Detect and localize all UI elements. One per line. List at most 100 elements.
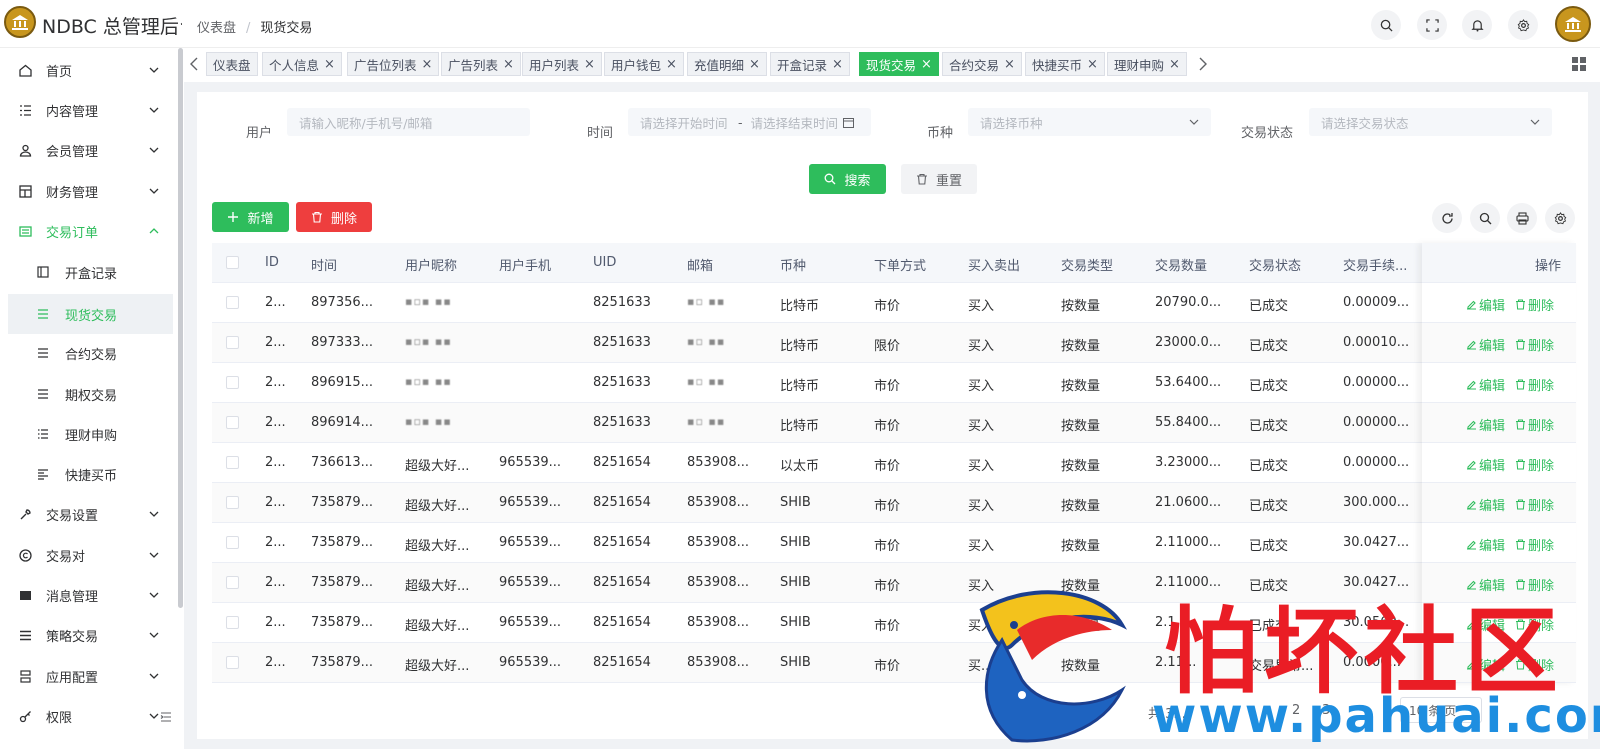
status-select[interactable]: 请选择交易状态 — [1309, 108, 1552, 136]
row-checkbox[interactable] — [226, 656, 239, 669]
column-header[interactable]: 买入卖出 — [968, 255, 1020, 274]
close-icon[interactable]: × — [422, 57, 433, 72]
edit-button[interactable]: 编辑 — [1466, 295, 1505, 314]
table-row[interactable]: 2... 735879... 超级大好... 965539... 8251654 8539… — [212, 523, 1576, 563]
search-button[interactable]: 搜索 — [809, 164, 886, 194]
close-icon[interactable]: × — [749, 57, 760, 72]
row-delete-button[interactable]: 删除 — [1515, 335, 1554, 354]
row-checkbox[interactable] — [226, 496, 239, 509]
edit-button[interactable]: 编辑 — [1466, 455, 1505, 474]
close-icon[interactable]: × — [1004, 57, 1015, 72]
row-checkbox[interactable] — [226, 456, 239, 469]
tabs-scroll-right-icon[interactable] — [1195, 56, 1209, 72]
gear-icon[interactable] — [1508, 10, 1538, 40]
sidebar-item-trading-pairs[interactable]: 交易对 — [0, 535, 176, 575]
table-row[interactable]: 2... 897356... 8251633 比特币 市价 买入 按数量 20790.0...… — [212, 283, 1576, 323]
fullscreen-icon[interactable] — [1417, 10, 1447, 40]
tab-wealth-subscription[interactable]: 理财申购 × — [1107, 52, 1187, 76]
column-header[interactable]: ID — [265, 255, 279, 270]
collapse-sidebar-icon[interactable] — [160, 711, 172, 723]
sidebar-item-wealth-subscription[interactable]: 理财申购 — [0, 414, 176, 454]
bell-icon[interactable] — [1462, 10, 1492, 40]
sidebar-item-home[interactable]: 首页 — [0, 50, 176, 90]
column-header[interactable]: 交易类型 — [1061, 255, 1113, 274]
close-icon[interactable]: × — [921, 57, 932, 72]
row-delete-button[interactable]: 删除 — [1515, 375, 1554, 394]
sidebar-item-content[interactable]: 内容管理 — [0, 90, 176, 130]
table-row[interactable]: 2... 736613... 超级大好... 965539... 8251654 8539… — [212, 443, 1576, 483]
column-header[interactable]: UID — [593, 255, 616, 270]
column-header[interactable]: 交易手续... — [1343, 255, 1411, 274]
date-range-picker[interactable]: 请选择开始时间 - 请选择结束时间 — [628, 108, 871, 136]
edit-button[interactable]: 编辑 — [1466, 415, 1505, 434]
user-search-input[interactable]: 请输入昵称/手机号/邮箱 — [287, 108, 530, 136]
edit-button[interactable]: 编辑 — [1466, 335, 1505, 354]
print-icon[interactable] — [1507, 203, 1537, 233]
sidebar-item-finance[interactable]: 财务管理 — [0, 171, 176, 211]
column-header[interactable]: 下单方式 — [874, 255, 926, 274]
tab-quick-buy[interactable]: 快捷买币 × — [1025, 52, 1105, 76]
row-delete-button[interactable]: 删除 — [1515, 415, 1554, 434]
sidebar-item-box-records[interactable]: 开盒记录 — [0, 252, 176, 292]
tab-dashboard[interactable]: 仪表盘 — [206, 52, 258, 76]
row-delete-button[interactable]: 删除 — [1515, 495, 1554, 514]
table-row[interactable]: 2... 897333... 8251633 比特币 限价 买入 按数量 23000.0...… — [212, 323, 1576, 363]
row-checkbox[interactable] — [226, 616, 239, 629]
sidebar-item-messages[interactable]: 消息管理 — [0, 575, 176, 615]
breadcrumb-dashboard[interactable]: 仪表盘 — [197, 21, 236, 36]
close-icon[interactable]: × — [584, 57, 595, 72]
column-header[interactable]: 用户昵称 — [405, 255, 457, 274]
sidebar-item-trade-settings[interactable]: 交易设置 — [0, 494, 176, 534]
row-checkbox[interactable] — [226, 536, 239, 549]
reset-button[interactable]: 重置 — [901, 164, 977, 194]
close-icon[interactable]: × — [1169, 57, 1180, 72]
row-checkbox[interactable] — [226, 576, 239, 589]
tab-user-wallet[interactable]: 用户钱包 × — [604, 52, 684, 76]
tab-spot-trading[interactable]: 现货交易 × — [859, 52, 939, 76]
tab-user-list[interactable]: 用户列表 × — [522, 52, 602, 76]
row-checkbox[interactable] — [226, 376, 239, 389]
logo-icon[interactable] — [4, 6, 36, 38]
delete-button[interactable]: 删除 — [296, 202, 372, 232]
tab-ad-slot-list[interactable]: 广告位列表 × — [347, 52, 440, 76]
row-delete-button[interactable]: 删除 — [1515, 455, 1554, 474]
tab-recharge-details[interactable]: 充值明细 × — [687, 52, 767, 76]
grid-icon[interactable] — [1572, 57, 1586, 71]
tab-profile[interactable]: 个人信息 × — [262, 52, 342, 76]
column-header[interactable]: 币种 — [780, 255, 806, 274]
tab-ad-list[interactable]: 广告列表 × — [441, 52, 521, 76]
sidebar-item-options-trading[interactable]: 期权交易 — [0, 374, 176, 414]
row-delete-button[interactable]: 删除 — [1515, 295, 1554, 314]
gear-icon[interactable] — [1545, 203, 1575, 233]
edit-button[interactable]: 编辑 — [1466, 495, 1505, 514]
sidebar-item-quick-buy[interactable]: 快捷买币 — [0, 454, 176, 494]
close-icon[interactable]: × — [1087, 57, 1098, 72]
close-icon[interactable]: × — [666, 57, 677, 72]
column-header[interactable]: 用户手机 — [499, 255, 551, 274]
edit-button[interactable]: 编辑 — [1466, 535, 1505, 554]
refresh-icon[interactable] — [1432, 203, 1462, 233]
row-checkbox[interactable] — [226, 416, 239, 429]
row-delete-button[interactable]: 删除 — [1515, 535, 1554, 554]
avatar[interactable] — [1555, 6, 1591, 42]
sidebar-item-app-config[interactable]: 应用配置 — [0, 656, 176, 696]
sidebar-item-permissions[interactable]: 权限 — [0, 696, 176, 736]
row-checkbox[interactable] — [226, 296, 239, 309]
tab-contract-trading[interactable]: 合约交易 × — [942, 52, 1022, 76]
column-header[interactable]: 交易状态 — [1249, 255, 1301, 274]
tab-box-records[interactable]: 开盒记录 × — [770, 52, 850, 76]
table-row[interactable]: 2... 735879... 超级大好... 965539... 8251654 8539… — [212, 483, 1576, 523]
table-row[interactable]: 2... 896914... 8251633 比特币 市价 买入 按数量 55.8400...… — [212, 403, 1576, 443]
sidebar-scrollbar[interactable] — [178, 48, 183, 608]
column-header[interactable]: 邮箱 — [687, 255, 713, 274]
column-header[interactable]: 时间 — [311, 255, 337, 274]
search-icon[interactable] — [1470, 203, 1500, 233]
close-icon[interactable]: × — [324, 57, 335, 72]
sidebar-item-strategy-trading[interactable]: 策略交易 — [0, 615, 176, 655]
table-row[interactable]: 2... 896915... 8251633 比特币 市价 买入 按数量 53.6400...… — [212, 363, 1576, 403]
select-all-checkbox[interactable] — [226, 256, 239, 269]
sidebar-item-members[interactable]: 会员管理 — [0, 130, 176, 170]
add-button[interactable]: 新增 — [212, 202, 289, 232]
start-date-input[interactable]: 请选择开始时间 — [640, 113, 730, 132]
edit-button[interactable]: 编辑 — [1466, 375, 1505, 394]
